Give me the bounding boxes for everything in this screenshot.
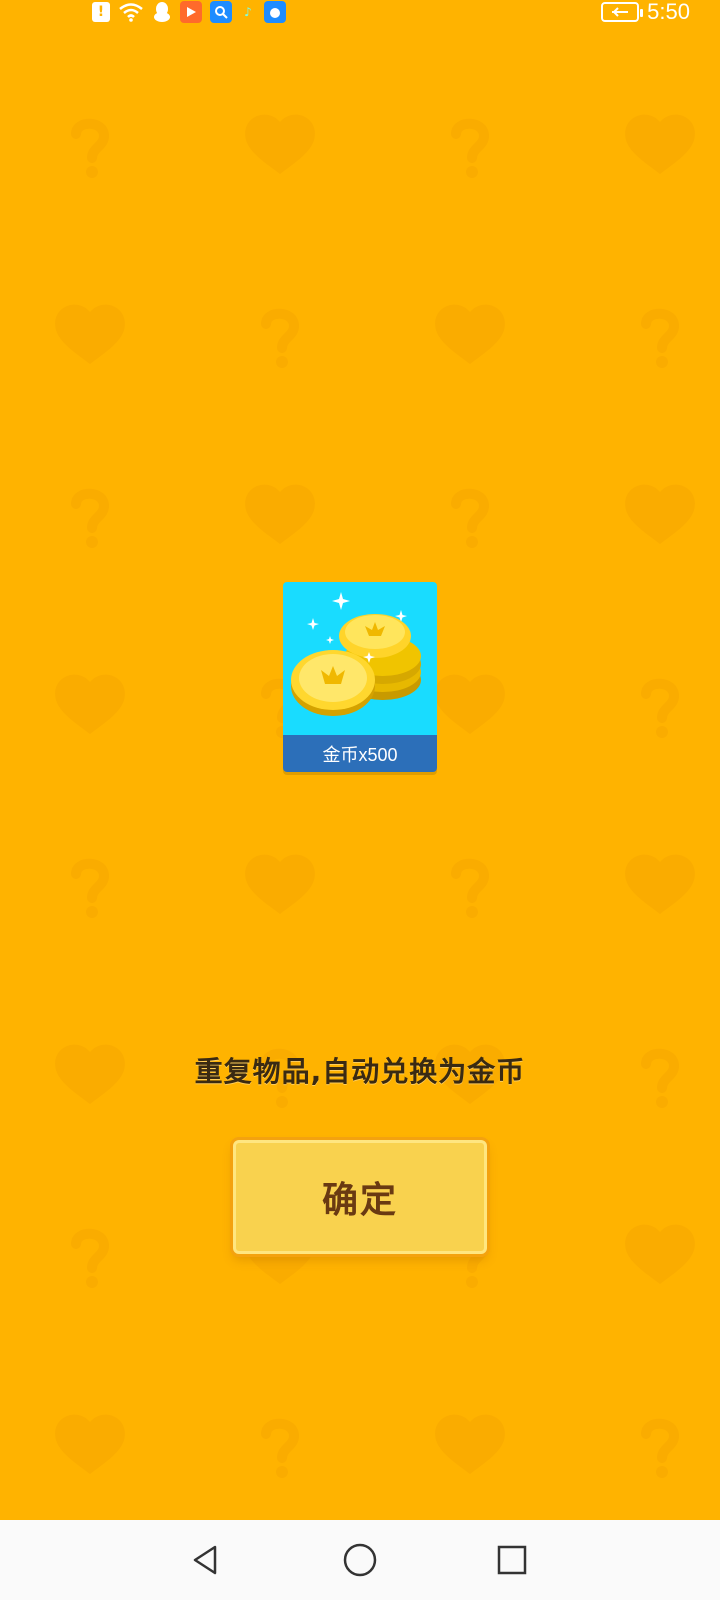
pattern-row-5 [76,854,695,918]
recents-icon[interactable] [490,1538,534,1582]
back-icon[interactable] [184,1538,228,1582]
duplicate-item-message: 重复物品,自动兑换为金币 [194,1055,526,1088]
reward-label: 金币x500 [283,735,437,772]
status-bar: ! ♪ 5:50 [0,0,720,30]
clock: 5:50 [647,0,690,24]
confirm-button[interactable]: 确定 [233,1140,487,1254]
video-icon [180,1,202,23]
qq-icon [152,1,172,23]
system-status: 5:50 [601,0,690,24]
pattern-row-1 [76,114,695,178]
browser-icon [264,1,286,23]
pattern-row-2 [55,304,674,368]
notification-icons: ! ♪ [92,0,286,24]
alert-icon: ! [92,2,110,22]
navigation-bar [0,1520,720,1600]
coin-stack-icon [283,582,437,735]
confirm-button-label: 确定 [321,1180,398,1221]
pattern-row-8 [55,1414,674,1478]
battery-icon [601,2,644,22]
reward-card: 金币x500 [283,582,437,772]
wifi-icon [118,1,144,23]
pattern-row-3 [76,484,695,548]
reward-screen: ! ♪ 5:50 金币x500 重复物品,自动兑换为金币 确定 [0,0,720,1600]
home-icon[interactable] [338,1538,382,1582]
search-icon [210,1,232,23]
music-icon: ♪ [244,5,252,19]
